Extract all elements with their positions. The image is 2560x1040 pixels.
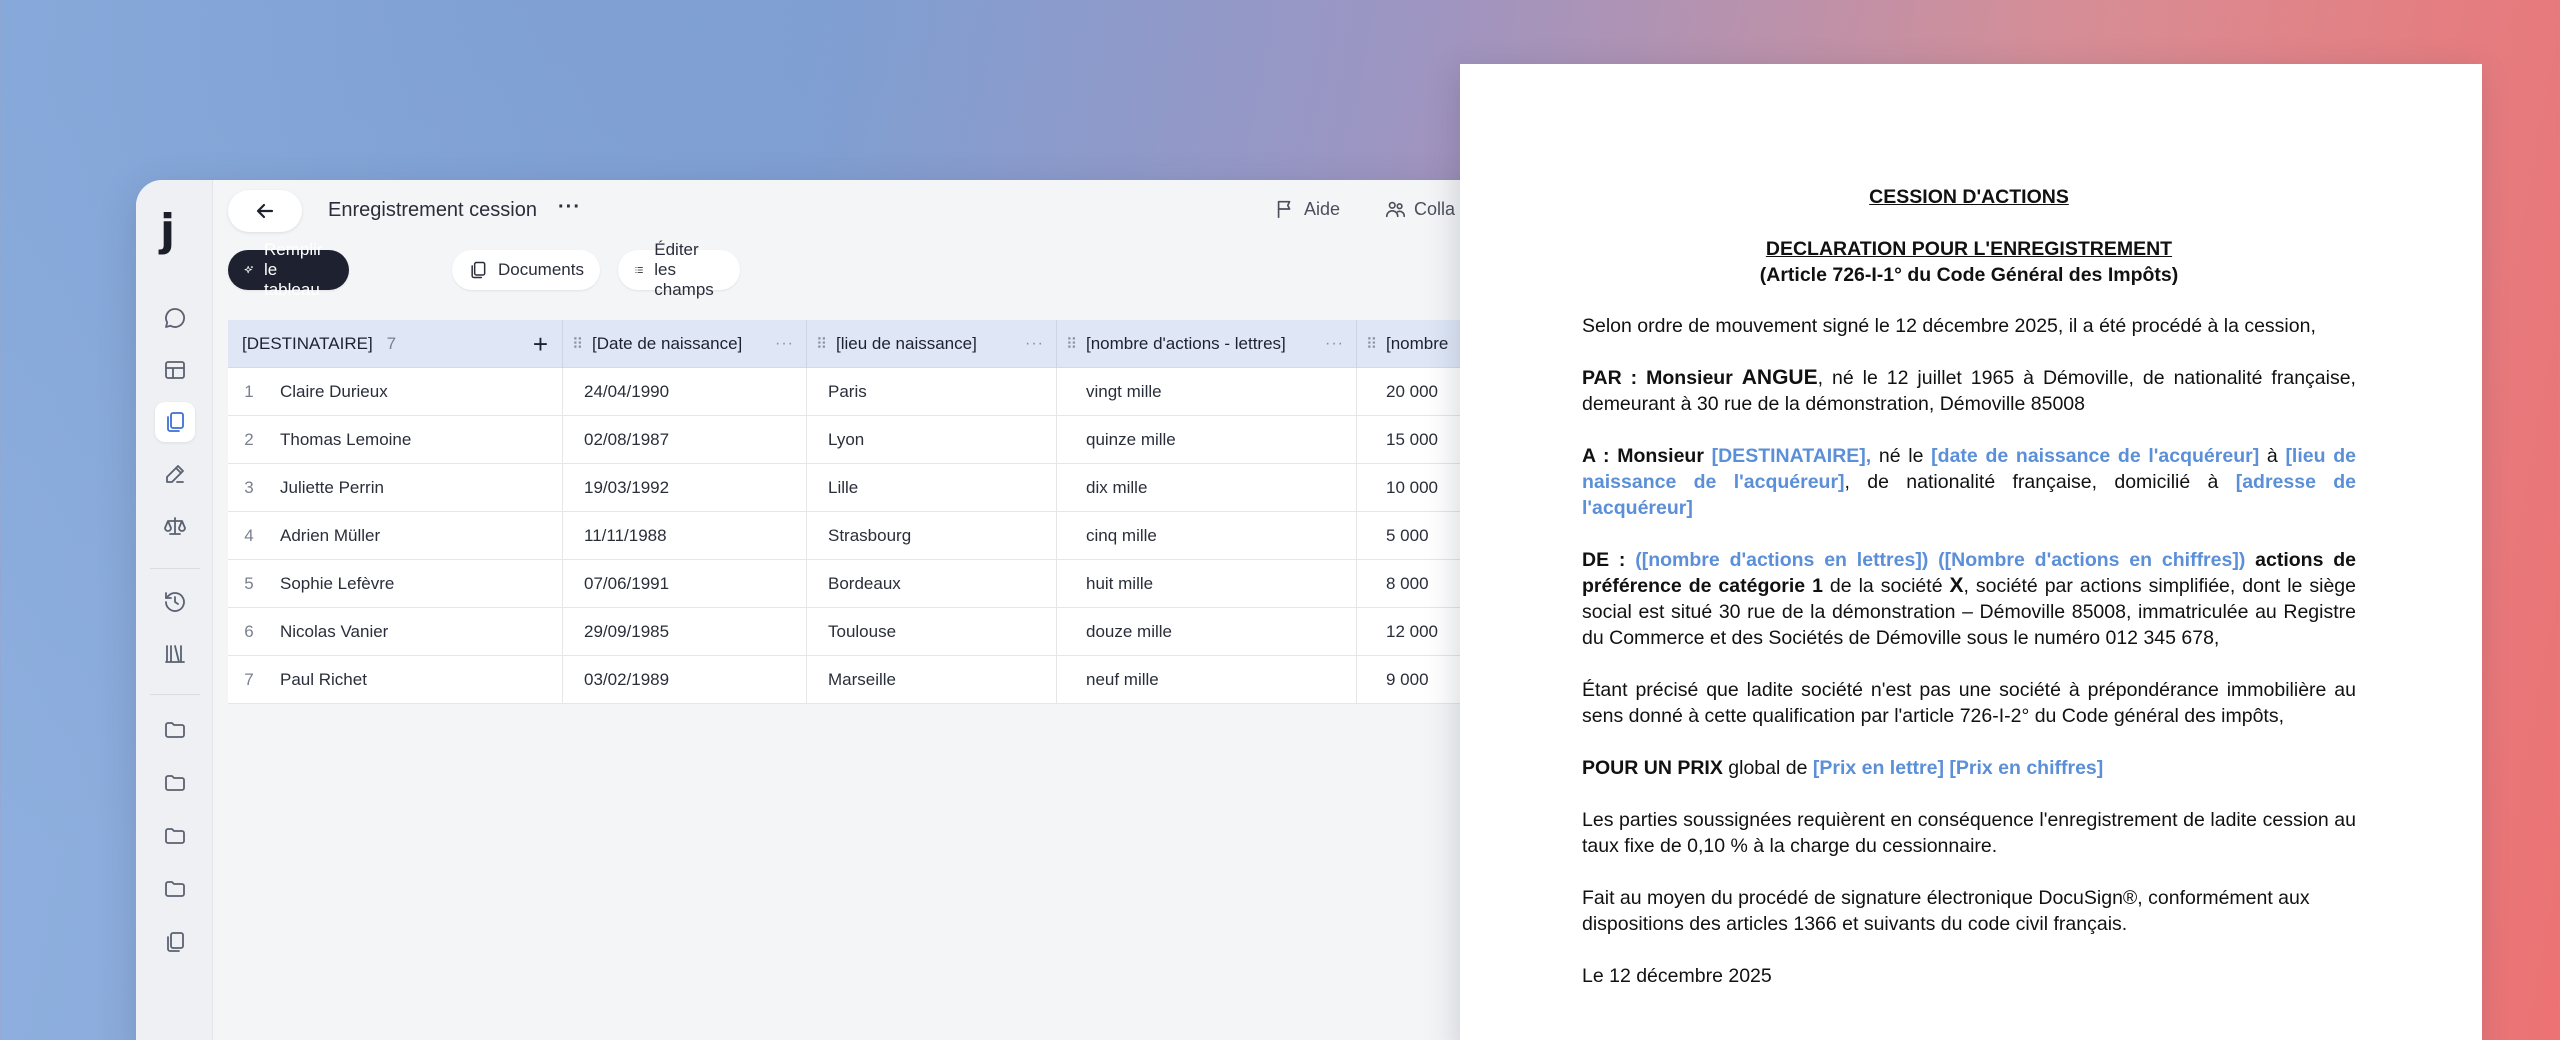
table-cell[interactable]: Nicolas Vanier [280, 608, 560, 656]
row-number: 7 [244, 670, 254, 689]
table-cell[interactable]: Sophie Lefèvre [280, 560, 560, 608]
add-column-icon[interactable]: + [533, 329, 548, 360]
doc-paragraph-a: A : Monsieur [DESTINATAIRE], né le [date… [1582, 445, 2356, 519]
doc-paragraph-parties: Les parties soussignées requièrent en co… [1582, 809, 2356, 857]
column-header-date[interactable]: ⠿ [Date de naissance] ··· [572, 320, 806, 368]
row-number: 1 [244, 382, 254, 401]
row-number: 4 [244, 526, 254, 545]
back-button[interactable] [228, 190, 302, 232]
doc-date: Le 12 décembre 2025 [1582, 965, 1772, 987]
drag-handle-icon[interactable]: ⠿ [1066, 335, 1077, 353]
doc-paragraph-1: Selon ordre de mouvement signé le 12 déc… [1582, 315, 2316, 337]
chat-icon[interactable] [155, 298, 195, 338]
doc-paragraph-precision: Étant précisé que ladite société n'est p… [1582, 679, 2356, 727]
fill-table-label: Remplir le tableau [264, 240, 323, 299]
sparkle-icon [244, 265, 254, 274]
table-cell[interactable]: Thomas Lemoine [280, 416, 560, 464]
library-icon[interactable] [155, 634, 195, 674]
history-icon[interactable] [155, 582, 195, 622]
page-title: Enregistrement cession [328, 199, 537, 221]
folder-icon[interactable] [155, 763, 195, 803]
table-cell[interactable]: dix mille [1086, 464, 1356, 512]
table-cell[interactable]: 07/06/1991 [584, 560, 804, 608]
collaborators-button[interactable]: Colla [1384, 198, 1455, 220]
placeholder-destinataire[interactable]: [DESTINATAIRE], [1712, 445, 1872, 467]
drag-handle-icon[interactable]: ⠿ [1366, 335, 1377, 353]
doc-paragraph-de: DE : ([nombre d'actions en lettres]) ([N… [1582, 549, 2357, 649]
row-number: 5 [244, 574, 254, 593]
drag-handle-icon[interactable]: ⠿ [572, 335, 583, 353]
help-label: Aide [1304, 198, 1341, 219]
table-cell[interactable]: Lille [828, 464, 1058, 512]
documents-button[interactable]: Documents [452, 250, 600, 290]
app-logo[interactable]: j [160, 208, 190, 254]
table-cell[interactable]: douze mille [1086, 608, 1356, 656]
arrow-left-icon [256, 203, 274, 219]
row-count-badge: 7 [386, 334, 397, 353]
table-cell[interactable]: 29/09/1985 [584, 608, 804, 656]
placeholder-actions-lettres[interactable]: ([nombre d'actions en lettres]) [1635, 549, 1928, 571]
doc-title: CESSION D'ACTIONS [1869, 186, 2069, 208]
copy-icon[interactable] [155, 922, 195, 962]
column-menu-icon[interactable]: ··· [1325, 335, 1344, 353]
table-cell[interactable]: 03/02/1989 [584, 656, 804, 704]
edit-icon[interactable] [155, 454, 195, 494]
table-cell[interactable]: neuf mille [1086, 656, 1356, 704]
help-button[interactable]: Aide [1274, 198, 1340, 220]
list-icon [635, 267, 643, 273]
column-header-actions-lettres[interactable]: ⠿ [nombre d'actions - lettres] ··· [1066, 320, 1356, 368]
doc-article: (Article 726-I-1° du Code Général des Im… [1759, 264, 2179, 286]
documents-label: Documents [498, 260, 584, 279]
table-cell[interactable]: Claire Durieux [280, 368, 560, 416]
column-menu-icon[interactable]: ··· [1025, 335, 1044, 353]
table-cell[interactable]: 19/03/1992 [584, 464, 804, 512]
table-cell[interactable]: quinze mille [1086, 416, 1356, 464]
table-cell[interactable]: huit mille [1086, 560, 1356, 608]
table-cell[interactable]: Juliette Perrin [280, 464, 560, 512]
table-cell[interactable]: 11/11/1988 [584, 512, 804, 560]
table-cell[interactable]: Paris [828, 368, 1058, 416]
table-cell[interactable]: Lyon [828, 416, 1058, 464]
table-icon[interactable] [155, 350, 195, 390]
table-cell[interactable]: Toulouse [828, 608, 1058, 656]
fill-table-button[interactable]: Remplir le tableau [228, 240, 349, 299]
row-number: 3 [244, 478, 254, 497]
doc-subtitle: DECLARATION POUR L'ENREGISTREMENT [1765, 238, 2173, 260]
placeholder-date-naissance[interactable]: [date de naissance de l'acquéreur] [1931, 445, 2259, 467]
doc-paragraph-par: PAR : Monsieur ANGUE, né le 12 juillet 1… [1582, 366, 2356, 415]
documents-icon [471, 261, 486, 279]
document-preview: CESSION D'ACTIONS DECLARATION POUR L'ENR… [1460, 64, 2482, 1040]
folder-icon[interactable] [155, 869, 195, 909]
row-number: 2 [244, 430, 254, 449]
scales-icon[interactable] [155, 506, 195, 546]
table-cell[interactable]: Bordeaux [828, 560, 1058, 608]
table-cell[interactable]: Paul Richet [280, 656, 560, 704]
table-cell[interactable]: Strasbourg [828, 512, 1058, 560]
table-cell[interactable]: Adrien Müller [280, 512, 560, 560]
column-header-destinataire[interactable]: [DESTINATAIRE] 7 + [242, 320, 562, 368]
folder-icon[interactable] [155, 816, 195, 856]
table-cell[interactable]: Marseille [828, 656, 1058, 704]
edit-fields-label: Éditer les champs [654, 240, 714, 299]
flag-icon [1277, 200, 1291, 219]
icon-rail: j [136, 180, 213, 1040]
table-cell[interactable]: 24/04/1990 [584, 368, 804, 416]
doc-paragraph-signature: Fait au moyen du procédé de signature él… [1582, 887, 2310, 935]
table-cell[interactable]: cinq mille [1086, 512, 1356, 560]
row-number: 6 [244, 622, 254, 641]
collab-label: Colla [1414, 198, 1456, 219]
edit-fields-button[interactable]: Éditer les champs [618, 240, 740, 299]
drag-handle-icon[interactable]: ⠿ [816, 335, 827, 353]
table-cell[interactable]: 02/08/1987 [584, 416, 804, 464]
more-options-button[interactable]: ··· [558, 196, 581, 219]
column-header-lieu[interactable]: ⠿ [lieu de naissance] ··· [816, 320, 1056, 368]
table-cell[interactable]: vingt mille [1086, 368, 1356, 416]
placeholder-actions-chiffres[interactable]: ([Nombre d'actions en chiffres]) [1938, 549, 2245, 571]
placeholder-prix[interactable]: [Prix en lettre] [Prix en chiffres] [1813, 757, 2103, 779]
documents-icon[interactable] [155, 402, 195, 442]
doc-paragraph-prix: POUR UN PRIX global de [Prix en lettre] … [1582, 757, 2104, 779]
column-menu-icon[interactable]: ··· [775, 335, 794, 353]
folder-icon[interactable] [155, 710, 195, 750]
users-icon [1385, 201, 1405, 218]
